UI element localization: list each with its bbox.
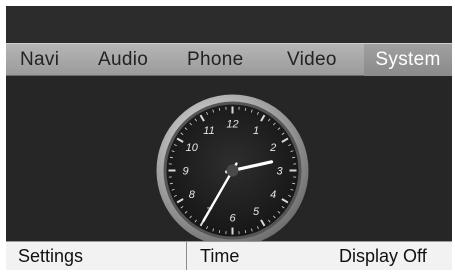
bottom-bar: Settings Time Display Off xyxy=(6,241,452,270)
numeral-12: 12 xyxy=(226,119,238,131)
numeral-1: 1 xyxy=(253,125,259,137)
numeral-8: 8 xyxy=(189,189,196,201)
bottom-divider xyxy=(186,242,187,270)
numeral-11: 11 xyxy=(203,125,214,137)
numeral-5: 5 xyxy=(253,206,260,218)
menu-item-phone[interactable]: Phone xyxy=(187,44,243,76)
main-menu-bar: Navi Audio Phone Video System xyxy=(6,43,452,76)
numeral-6: 6 xyxy=(229,213,236,225)
settings-button[interactable]: Settings xyxy=(18,242,83,270)
screen: Navi Audio Phone Video System 12 1 2 3 4… xyxy=(0,0,455,276)
menu-item-navi[interactable]: Navi xyxy=(20,44,59,76)
numeral-4: 4 xyxy=(270,189,276,201)
clock-center-cap xyxy=(226,164,239,177)
numeral-10: 10 xyxy=(186,142,199,154)
menu-item-audio[interactable]: Audio xyxy=(98,44,148,76)
analog-clock: 12 1 2 3 4 5 6 7 8 9 10 11 xyxy=(156,94,309,247)
display-off-button[interactable]: Display Off xyxy=(339,242,427,270)
time-button[interactable]: Time xyxy=(200,242,239,270)
menu-item-system[interactable]: System xyxy=(364,44,452,76)
numeral-2: 2 xyxy=(269,142,276,154)
numeral-3: 3 xyxy=(276,166,283,178)
menu-item-video[interactable]: Video xyxy=(287,44,337,76)
numeral-9: 9 xyxy=(182,166,188,178)
